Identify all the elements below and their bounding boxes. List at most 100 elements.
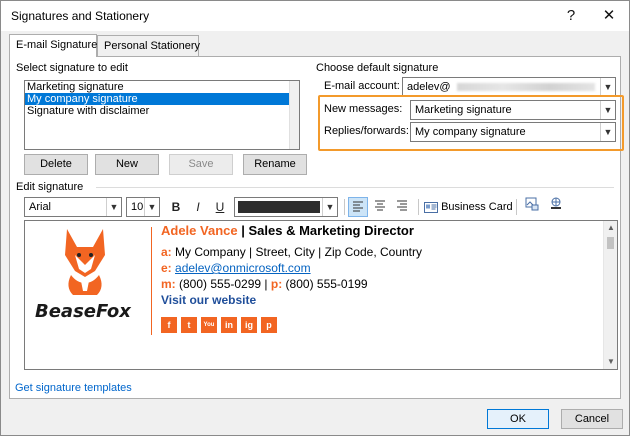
pinterest-icon[interactable]: p bbox=[261, 317, 277, 333]
signature-email-link[interactable]: adelev@onmicrosoft.com bbox=[175, 261, 311, 275]
signatures-dialog: Signatures and Stationery ? ✕ E-mail Sig… bbox=[0, 0, 630, 436]
list-item[interactable]: Marketing signature bbox=[25, 81, 291, 93]
editor-scrollbar[interactable]: ▲ ▼ bbox=[603, 221, 617, 369]
phone-separator: | bbox=[261, 277, 271, 291]
signature-name-line: Adele Vance | Sales & Marketing Director bbox=[161, 223, 414, 238]
website-link[interactable]: Visit our website bbox=[161, 293, 256, 307]
replies-forwards-label: Replies/forwards: bbox=[324, 125, 409, 137]
signature-name: Adele Vance bbox=[161, 223, 238, 238]
font-size-select[interactable]: 10 ▼ bbox=[126, 197, 160, 217]
chevron-down-icon[interactable]: ▼ bbox=[600, 123, 615, 141]
signature-address: My Company | Street, City | Zip Code, Co… bbox=[175, 245, 422, 259]
align-left-icon bbox=[353, 201, 363, 212]
address-prefix: a: bbox=[161, 245, 172, 259]
email-account-select[interactable]: adelev@ ▼ bbox=[402, 77, 616, 97]
fax-prefix: p: bbox=[270, 277, 283, 291]
new-messages-value: Marketing signature bbox=[415, 104, 512, 116]
fox-icon bbox=[65, 229, 105, 295]
font-select[interactable]: Arial ▼ bbox=[24, 197, 122, 217]
toolbar-separator bbox=[344, 199, 345, 215]
phone-prefix: m: bbox=[161, 277, 176, 291]
new-messages-select[interactable]: Marketing signature ▼ bbox=[410, 100, 616, 120]
youtube-icon[interactable]: You bbox=[201, 317, 217, 333]
email-account-label: E-mail account: bbox=[324, 80, 400, 92]
signature-list-scrollbar[interactable] bbox=[289, 81, 299, 149]
formatting-toolbar: Arial ▼ 10 ▼ B I U ▼ Business Card bbox=[24, 197, 614, 217]
font-size-value: 10 bbox=[131, 201, 144, 213]
replies-forwards-value: My company signature bbox=[415, 126, 526, 138]
align-center-button[interactable] bbox=[370, 197, 390, 217]
font-name-value: Arial bbox=[29, 201, 52, 213]
delete-button[interactable]: Delete bbox=[24, 154, 88, 175]
signature-job-title: Sales & Marketing Director bbox=[248, 223, 414, 238]
insert-picture-icon bbox=[525, 197, 539, 211]
beasefox-logo: BeaseFox bbox=[35, 225, 135, 335]
edit-signature-label: Edit signature bbox=[16, 181, 84, 193]
tab-email-signature[interactable]: E-mail Signature bbox=[9, 34, 97, 57]
select-signature-label: Select signature to edit bbox=[16, 62, 128, 74]
email-prefix: e: bbox=[161, 261, 172, 275]
linkedin-icon[interactable]: in bbox=[221, 317, 237, 333]
chevron-down-icon[interactable]: ▼ bbox=[106, 198, 121, 216]
logo-text: BeaseFox bbox=[35, 301, 131, 322]
email-account-value: adelev@ bbox=[407, 81, 451, 93]
save-button[interactable]: Save bbox=[169, 154, 233, 175]
email-signature-panel: Select signature to edit Marketing signa… bbox=[9, 56, 624, 399]
list-item[interactable]: Signature with disclaimer bbox=[25, 105, 291, 117]
instagram-icon[interactable]: ig bbox=[241, 317, 257, 333]
chevron-down-icon[interactable]: ▼ bbox=[600, 101, 615, 119]
signature-phone-line: m: (800) 555-0299 | p: (800) 555-0199 bbox=[161, 277, 368, 291]
signature-list[interactable]: Marketing signature My company signature… bbox=[24, 80, 300, 150]
underline-button[interactable]: U bbox=[210, 197, 230, 217]
bold-button[interactable]: B bbox=[166, 197, 186, 217]
edit-signature-divider bbox=[96, 187, 614, 188]
help-button[interactable]: ? bbox=[553, 1, 589, 31]
tab-email-signature-label: E-mail Signature bbox=[16, 39, 98, 51]
replies-forwards-select[interactable]: My company signature ▼ bbox=[410, 122, 616, 142]
signature-website-line: Visit our website bbox=[161, 293, 256, 307]
font-color-swatch bbox=[238, 201, 320, 213]
scroll-up-icon[interactable]: ▲ bbox=[604, 221, 617, 235]
font-color-select[interactable]: ▼ bbox=[234, 197, 338, 217]
signature-address-line: a: My Company | Street, City | Zip Code,… bbox=[161, 245, 422, 259]
chevron-down-icon[interactable]: ▼ bbox=[144, 198, 159, 216]
redacted-email bbox=[457, 83, 595, 91]
tab-personal-stationery[interactable]: Personal Stationery bbox=[97, 35, 200, 57]
new-messages-label: New messages: bbox=[324, 103, 403, 115]
insert-hyperlink-button[interactable] bbox=[546, 197, 566, 217]
business-card-button[interactable]: Business Card bbox=[424, 197, 514, 217]
scroll-down-icon[interactable]: ▼ bbox=[604, 355, 617, 369]
twitter-icon[interactable]: t bbox=[181, 317, 197, 333]
align-right-icon bbox=[397, 200, 407, 211]
insert-picture-button[interactable] bbox=[522, 197, 542, 217]
signature-editor[interactable]: BeaseFox Adele Vance | Sales & Marketing… bbox=[24, 220, 618, 370]
facebook-icon[interactable]: f bbox=[161, 317, 177, 333]
get-templates-link[interactable]: Get signature templates bbox=[15, 382, 132, 394]
italic-button[interactable]: I bbox=[188, 197, 208, 217]
business-card-label: Business Card bbox=[441, 201, 513, 213]
signature-divider bbox=[151, 227, 152, 335]
list-item[interactable]: My company signature bbox=[25, 93, 291, 105]
rename-button[interactable]: Rename bbox=[243, 154, 307, 175]
align-left-button[interactable] bbox=[348, 197, 368, 217]
toolbar-separator bbox=[516, 199, 517, 215]
business-card-icon bbox=[424, 201, 438, 213]
ok-button[interactable]: OK bbox=[487, 409, 549, 429]
name-separator: | bbox=[237, 223, 249, 238]
tab-personal-stationery-label: Personal Stationery bbox=[104, 40, 200, 52]
align-right-button[interactable] bbox=[392, 197, 412, 217]
scroll-thumb[interactable] bbox=[607, 237, 614, 249]
hyperlink-icon bbox=[551, 197, 561, 209]
chevron-down-icon[interactable]: ▼ bbox=[322, 198, 337, 216]
toolbar-separator bbox=[418, 199, 419, 215]
close-button[interactable]: ✕ bbox=[591, 1, 627, 31]
window-title: Signatures and Stationery bbox=[11, 9, 150, 23]
signature-email-line: e: adelev@onmicrosoft.com bbox=[161, 261, 311, 275]
new-button[interactable]: New bbox=[95, 154, 159, 175]
choose-default-label: Choose default signature bbox=[316, 62, 439, 74]
signature-phone: (800) 555-0299 bbox=[179, 277, 262, 291]
align-center-icon bbox=[375, 200, 385, 211]
cancel-button[interactable]: Cancel bbox=[561, 409, 623, 429]
chevron-down-icon[interactable]: ▼ bbox=[600, 78, 615, 96]
signature-fax: (800) 555-0199 bbox=[285, 277, 368, 291]
